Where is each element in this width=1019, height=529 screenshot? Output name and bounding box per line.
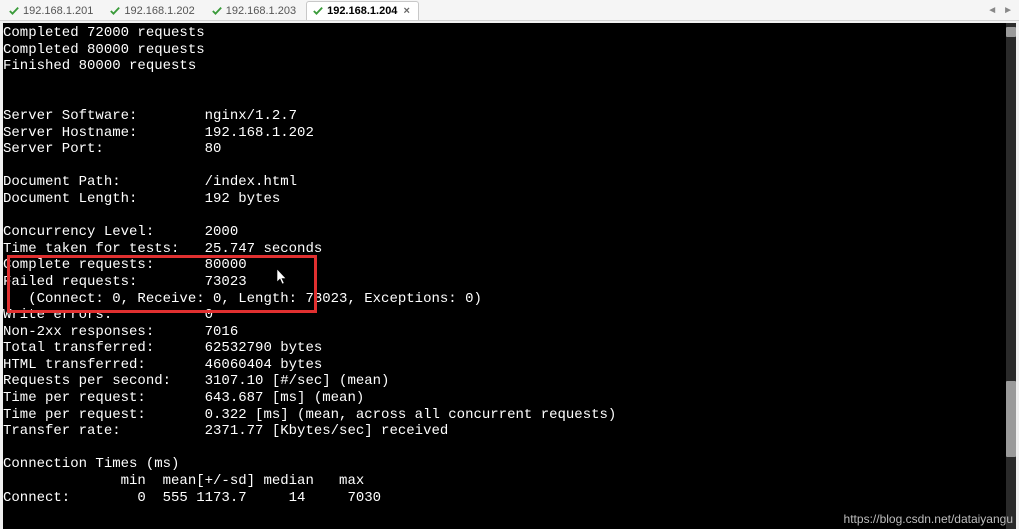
tab-prev-icon[interactable]: ◄: [985, 5, 999, 16]
scrollbar[interactable]: [1006, 23, 1016, 529]
tab-192-168-1-202[interactable]: 192.168.1.202: [103, 1, 203, 20]
tab-nav: ◄ ►: [985, 0, 1015, 21]
tab-label: 192.168.1.201: [23, 5, 93, 17]
tab-label: 192.168.1.203: [226, 5, 296, 17]
terminal-output: Completed 72000 requests Completed 80000…: [3, 23, 1016, 506]
check-icon: [9, 6, 19, 16]
tab-192-168-1-204[interactable]: 192.168.1.204 ×: [306, 1, 419, 20]
tab-192-168-1-201[interactable]: 192.168.1.201: [2, 1, 102, 20]
tab-next-icon[interactable]: ►: [1001, 5, 1015, 16]
scroll-top-marker[interactable]: [1006, 27, 1016, 37]
check-icon: [313, 6, 323, 16]
tab-label: 192.168.1.202: [124, 5, 194, 17]
tab-label: 192.168.1.204: [327, 5, 397, 17]
tab-192-168-1-203[interactable]: 192.168.1.203: [205, 1, 305, 20]
close-icon[interactable]: ×: [403, 5, 409, 17]
check-icon: [110, 6, 120, 16]
tab-strip: 192.168.1.201 192.168.1.202 192.168.1.203 1…: [0, 0, 1019, 21]
watermark: https://blog.csdn.net/dataiyangu: [844, 512, 1013, 526]
terminal-panel: Completed 72000 requests Completed 80000…: [3, 23, 1016, 529]
scroll-thumb[interactable]: [1006, 381, 1016, 457]
check-icon: [212, 6, 222, 16]
